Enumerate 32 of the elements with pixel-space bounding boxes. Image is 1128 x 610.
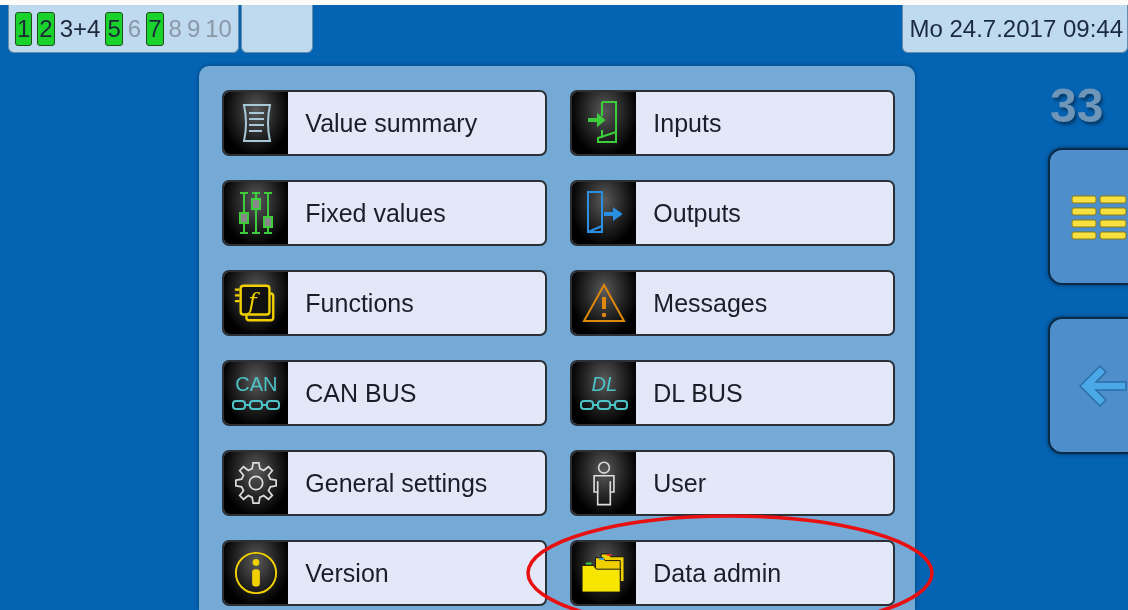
menu-item[interactable]: Outputs	[570, 180, 896, 246]
menu-item[interactable]: General settings	[222, 450, 548, 516]
bus-icon-text: DL	[591, 374, 618, 394]
menu-button[interactable]	[1048, 148, 1128, 285]
channel-indicator: 2	[37, 11, 55, 46]
menu-item[interactable]: CAN CAN BUS	[222, 360, 548, 426]
back-button[interactable]	[1048, 317, 1128, 454]
menu-item[interactable]: Messages	[570, 270, 896, 336]
stacked-cards-icon	[234, 284, 275, 322]
channel-indicator: 3+4	[59, 13, 101, 44]
function-letter: f	[248, 287, 258, 314]
channel-indicator: 9	[186, 13, 201, 44]
channel-indicator: 7	[146, 11, 164, 46]
menu-item[interactable]: User	[570, 450, 896, 516]
menu-item[interactable]: f Functions	[222, 270, 548, 336]
bus-chain-icon	[231, 398, 282, 412]
channel-indicator: 10	[205, 13, 232, 44]
value-readout: 33	[1049, 78, 1104, 134]
info-icon	[233, 550, 280, 596]
channel-indicator: 1	[15, 11, 33, 46]
menu-item[interactable]: Value summary	[222, 90, 548, 156]
bus-chain-icon	[579, 398, 630, 412]
bus-icon-text: CAN	[235, 374, 278, 394]
menu-item[interactable]: Version	[222, 540, 548, 606]
menu-item[interactable]: DL DL BUS	[570, 360, 896, 426]
gear-icon	[233, 460, 280, 506]
menu-item[interactable]: Inputs	[570, 90, 896, 156]
channel-indicator: 5	[105, 11, 123, 46]
menu-item[interactable]: Fixed values	[222, 180, 548, 246]
channel-indicator: 8	[168, 13, 182, 44]
channel-indicator: 6	[127, 13, 142, 44]
menu-item[interactable]: Data admin	[570, 540, 896, 606]
